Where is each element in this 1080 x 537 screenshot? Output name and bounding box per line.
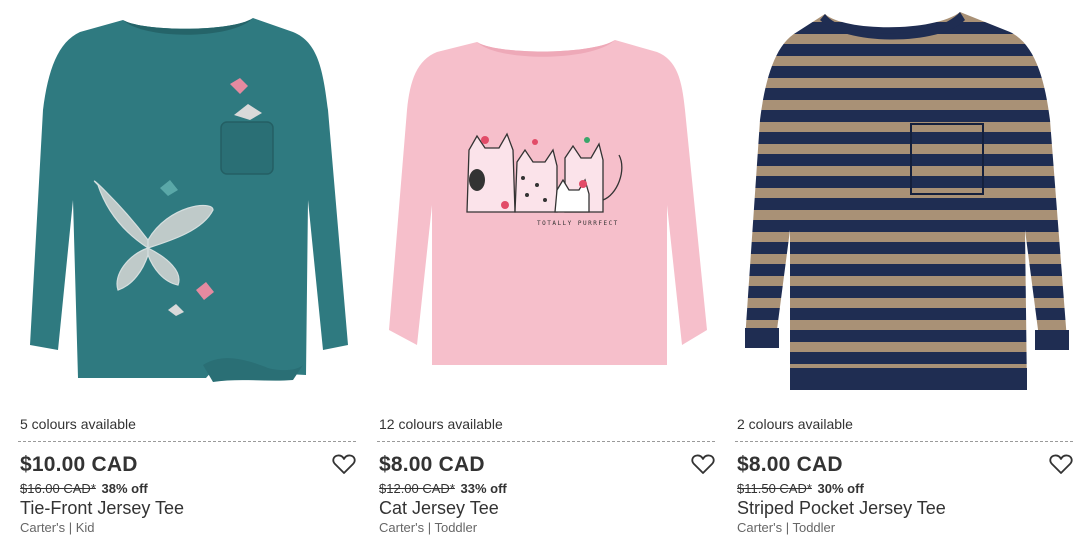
- divider: [18, 441, 356, 442]
- product-name-link[interactable]: Cat Jersey Tee: [379, 498, 499, 519]
- original-price: $12.00 CAD*: [379, 481, 455, 496]
- product-image-striped-pocket-tee[interactable]: [735, 0, 1075, 400]
- shirt-print-text: TOTALLY PURRFECT: [537, 220, 619, 227]
- original-price: $11.50 CAD*: [737, 481, 812, 496]
- original-price-row: $11.50 CAD* 30% off: [737, 481, 864, 496]
- product-image-teal-butterfly-tee[interactable]: [18, 0, 358, 400]
- original-price-row: $12.00 CAD* 33% off: [379, 481, 507, 496]
- product-card: TOTALLY PURRFECT 12 colours available $8…: [377, 0, 717, 537]
- product-name-link[interactable]: Tie-Front Jersey Tee: [20, 498, 184, 519]
- product-name-link[interactable]: Striped Pocket Jersey Tee: [737, 498, 946, 519]
- brand-size-label: Carter's | Kid: [20, 520, 95, 535]
- divider: [377, 441, 715, 442]
- wishlist-heart-icon[interactable]: [332, 453, 356, 475]
- wishlist-heart-icon[interactable]: [1049, 453, 1073, 475]
- discount-badge: 30% off: [817, 481, 864, 496]
- sale-price: $8.00 CAD: [737, 453, 843, 476]
- original-price-row: $16.00 CAD* 38% off: [20, 481, 148, 496]
- product-card: 5 colours available $10.00 CAD $16.00 CA…: [18, 0, 358, 537]
- colours-available: 5 colours available: [20, 416, 136, 432]
- striped-tee-illustration: [745, 12, 1069, 390]
- wishlist-heart-icon[interactable]: [691, 453, 715, 475]
- original-price: $16.00 CAD*: [20, 481, 96, 496]
- product-image-pink-cat-tee[interactable]: TOTALLY PURRFECT: [377, 0, 717, 400]
- teal-tee-illustration: [30, 18, 348, 382]
- divider: [735, 441, 1073, 442]
- brand-size-label: Carter's | Toddler: [737, 520, 836, 535]
- colours-available: 2 colours available: [737, 416, 853, 432]
- sale-price: $10.00 CAD: [20, 453, 138, 476]
- discount-badge: 38% off: [101, 481, 148, 496]
- discount-badge: 33% off: [460, 481, 507, 496]
- product-card: 2 colours available $8.00 CAD $11.50 CAD…: [735, 0, 1075, 537]
- sale-price: $8.00 CAD: [379, 453, 485, 476]
- colours-available: 12 colours available: [379, 416, 503, 432]
- product-grid: 5 colours available $10.00 CAD $16.00 CA…: [0, 0, 1080, 537]
- pink-tee-illustration: TOTALLY PURRFECT: [389, 40, 707, 365]
- brand-size-label: Carter's | Toddler: [379, 520, 478, 535]
